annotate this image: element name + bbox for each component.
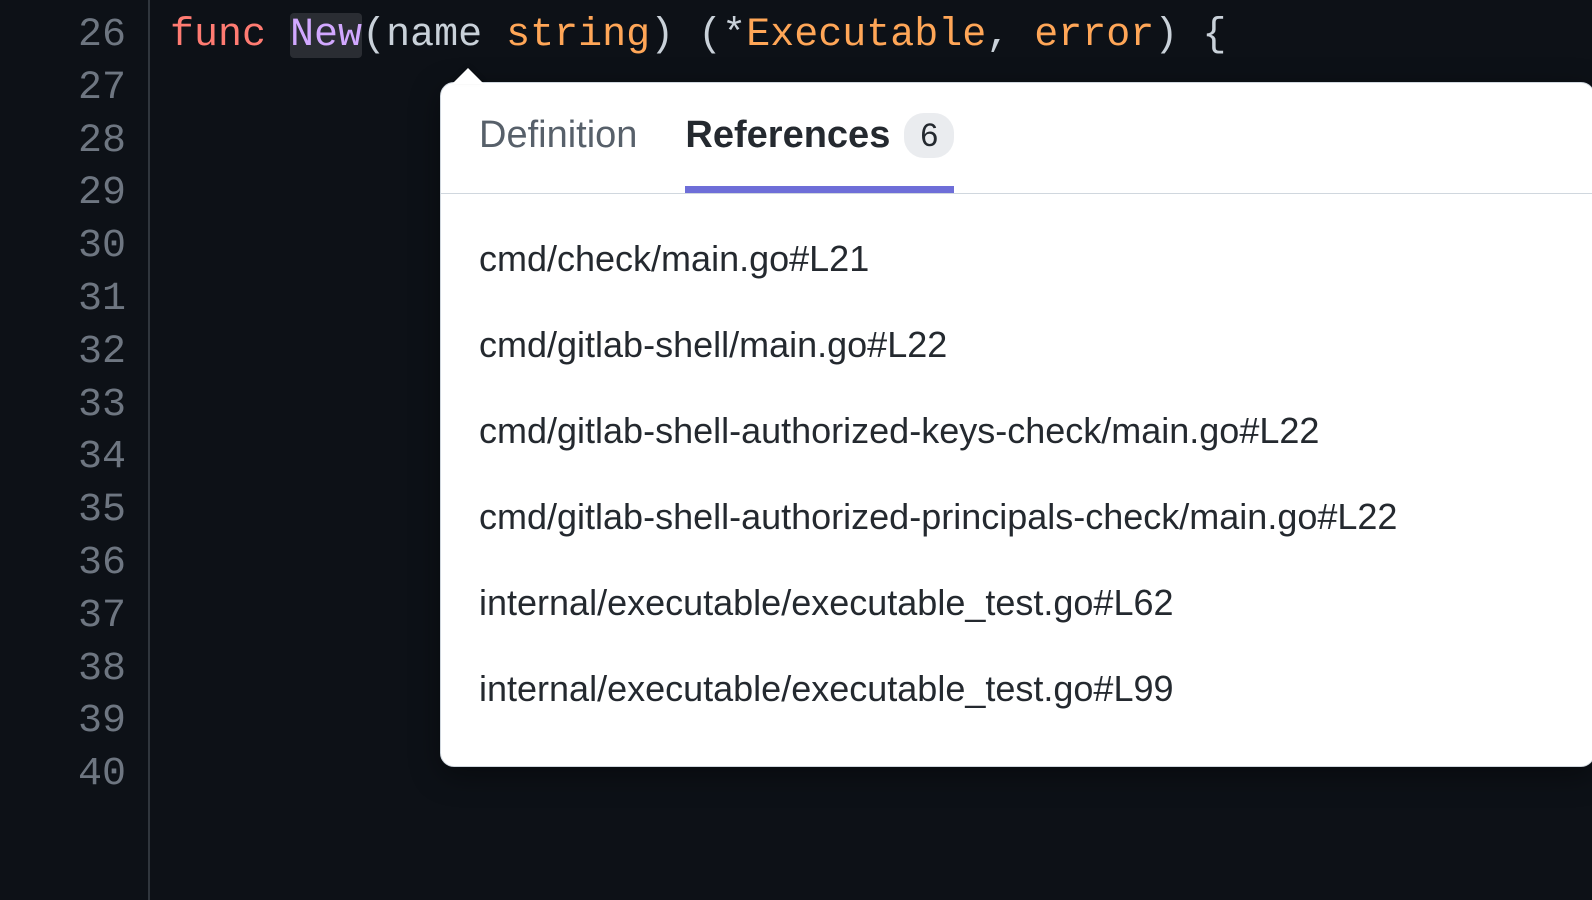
token-type: Executable — [746, 13, 986, 58]
line-number: 39 — [0, 696, 148, 749]
token-punct: * — [722, 13, 746, 58]
line-number: 35 — [0, 485, 148, 538]
token-punct: ) — [1154, 13, 1178, 58]
token-punct: { — [1202, 13, 1226, 58]
reference-item[interactable]: cmd/check/main.go#L21 — [479, 216, 1556, 302]
line-number: 38 — [0, 644, 148, 697]
tab-definition[interactable]: Definition — [479, 114, 637, 192]
line-number-gutter: 26 27 28 29 30 31 32 33 34 35 36 37 38 3… — [0, 0, 150, 900]
references-count-badge: 6 — [904, 113, 954, 158]
reference-item[interactable]: internal/executable/executable_test.go#L… — [479, 646, 1556, 732]
line-number: 33 — [0, 380, 148, 433]
line-number: 36 — [0, 538, 148, 591]
line-number: 32 — [0, 327, 148, 380]
popover-panel: Definition References 6 cmd/check/main.g… — [440, 82, 1592, 767]
tab-definition-label: Definition — [479, 114, 637, 157]
token-punct: ) — [650, 13, 674, 58]
line-number: 34 — [0, 432, 148, 485]
line-number: 26 — [0, 10, 148, 63]
tab-references[interactable]: References 6 — [685, 113, 954, 193]
token-punct: , — [986, 13, 1010, 58]
line-number: 37 — [0, 591, 148, 644]
line-number: 29 — [0, 168, 148, 221]
references-list: cmd/check/main.go#L21 cmd/gitlab-shell/m… — [441, 194, 1592, 766]
popover-caret-icon — [452, 68, 484, 84]
reference-item[interactable]: cmd/gitlab-shell-authorized-keys-check/m… — [479, 388, 1556, 474]
reference-item[interactable]: cmd/gitlab-shell/main.go#L22 — [479, 302, 1556, 388]
popover-tabs: Definition References 6 — [441, 83, 1592, 194]
token-param: name — [386, 13, 482, 58]
tab-references-label: References — [685, 114, 890, 157]
code-intel-popover: Definition References 6 cmd/check/main.g… — [440, 82, 1592, 767]
token-symbol-highlighted[interactable]: New — [290, 13, 362, 58]
reference-item[interactable]: cmd/gitlab-shell-authorized-principals-c… — [479, 474, 1556, 560]
line-number: 30 — [0, 221, 148, 274]
line-number: 31 — [0, 274, 148, 327]
token-keyword: func — [170, 13, 266, 58]
line-number: 27 — [0, 63, 148, 116]
token-type: string — [506, 13, 650, 58]
token-punct: ( — [698, 13, 722, 58]
reference-item[interactable]: internal/executable/executable_test.go#L… — [479, 560, 1556, 646]
token-punct: ( — [362, 13, 386, 58]
line-number: 28 — [0, 116, 148, 169]
line-number: 40 — [0, 749, 148, 802]
token-type: error — [1034, 13, 1154, 58]
code-area[interactable]: func New(name string) (*Executable, erro… — [150, 0, 1592, 900]
code-editor: 26 27 28 29 30 31 32 33 34 35 36 37 38 3… — [0, 0, 1592, 900]
code-line-26: func New(name string) (*Executable, erro… — [170, 10, 1592, 63]
